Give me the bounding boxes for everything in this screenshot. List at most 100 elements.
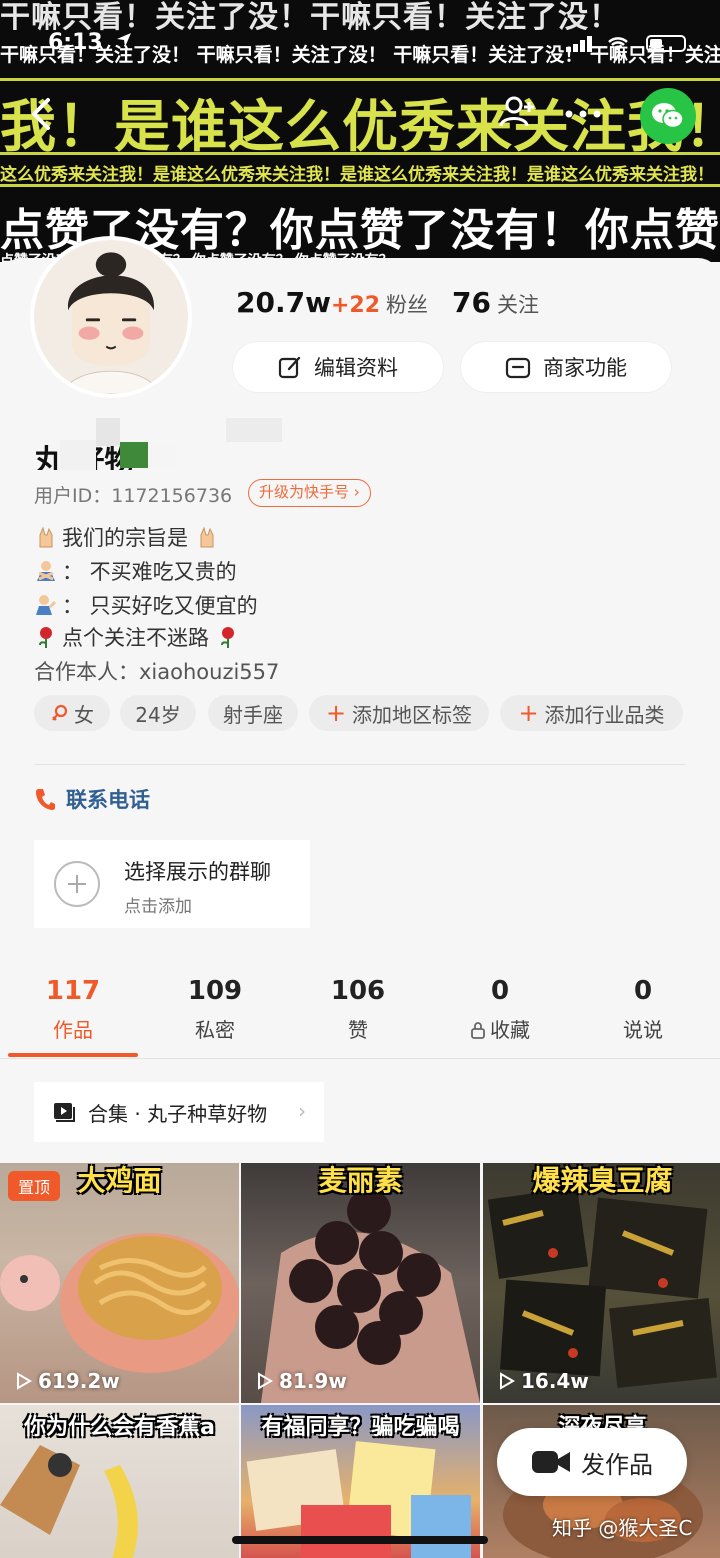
tab-moments-label: 说说	[623, 1018, 663, 1042]
tab-works-label: 作品	[53, 1018, 93, 1042]
group-chat-subtitle: 点击添加	[124, 897, 192, 917]
add-region-tag[interactable]: + 添加地区标签	[309, 695, 489, 731]
content-tabs: 117 作品 109 私密 106 赞 0 收藏 0 说说	[0, 960, 720, 1060]
phone-icon	[36, 789, 55, 810]
video-thumbnail-stinky-tofu	[487, 1187, 717, 1389]
video-views: 16.4w	[499, 1369, 589, 1393]
add-friend-icon[interactable]	[496, 92, 536, 132]
bio-line: 点个关注不迷路	[34, 622, 244, 652]
tab-favorites-label: 收藏	[490, 1018, 530, 1042]
name-mosaic	[150, 442, 176, 466]
video-views-count: 81.9w	[279, 1369, 347, 1393]
person-tipping-hand-emoji-icon	[34, 593, 58, 617]
user-id: 用户ID：1172156736	[34, 485, 233, 507]
fans-stat[interactable]: 20.7w+22 粉丝	[236, 286, 428, 319]
follow-label: 关注	[496, 293, 539, 317]
status-bar: 6:13	[0, 0, 720, 84]
play-icon	[500, 1372, 515, 1390]
fans-count: 20.7w	[236, 286, 331, 319]
tab-private-count: 109	[187, 976, 243, 1006]
edit-profile-button[interactable]: 编辑资料	[232, 341, 444, 393]
video-title: 麦丽素	[318, 1164, 403, 1197]
video-thumbnail-chocolate-balls	[261, 1189, 480, 1403]
tab-favorites-row: 收藏	[435, 1014, 565, 1043]
video-title: 你为什么会有香蕉a	[24, 1415, 215, 1440]
tab-favorites[interactable]: 0 收藏	[435, 960, 565, 1043]
bio-line-5: 合作本人：xiaohouzi557	[34, 660, 280, 684]
wifi-icon	[608, 37, 628, 51]
banner-stripe	[0, 184, 720, 187]
tab-private-label: 私密	[195, 1018, 235, 1042]
divider	[34, 764, 686, 765]
banner-stripe	[0, 152, 720, 155]
bio-line-3: ： 只买好吃又便宜的	[62, 594, 258, 618]
video-card[interactable]: 麦丽素 81.9w	[241, 1163, 480, 1403]
bio-line: 我们的宗旨是	[34, 522, 223, 552]
group-chat-title: 选择展示的群聊	[124, 860, 271, 884]
merchant-button[interactable]: 商家功能	[460, 341, 672, 393]
follow-stat[interactable]: 76 关注	[452, 286, 539, 319]
name-mosaic	[96, 418, 120, 446]
status-time: 6:13	[48, 30, 103, 55]
banner-text-row4: 这么优秀来关注我！是谁这么优秀来关注我！是谁这么优秀来关注我！是谁这么优秀来关注…	[0, 165, 714, 185]
tab-works[interactable]: 117 作品	[8, 960, 138, 1043]
bio-line: ： 只买好吃又便宜的	[34, 590, 258, 620]
tag-gender-label: 女	[74, 702, 94, 727]
post-work-button[interactable]: 发作品	[497, 1428, 687, 1496]
video-card[interactable]: 爆辣臭豆腐 16.4w	[483, 1163, 720, 1403]
upgrade-badge[interactable]: 升级为快手号 ›	[248, 479, 371, 507]
tab-moments-count: 0	[633, 976, 653, 1006]
play-icon	[258, 1372, 273, 1390]
signal-icon	[566, 36, 592, 52]
post-work-label: 发作品	[581, 1450, 653, 1479]
rose-emoji-icon	[34, 625, 58, 649]
video-camera-icon	[532, 1451, 570, 1473]
video-card[interactable]: 你为什么会有香蕉a	[0, 1405, 239, 1558]
add-industry-tag[interactable]: + 添加行业品类	[500, 695, 683, 731]
group-chat-card[interactable]: 选择展示的群聊 点击添加	[34, 840, 310, 928]
video-card[interactable]: 大鸡面 置顶 619.2w	[0, 1163, 239, 1403]
bio-line-1: 我们的宗旨是	[62, 526, 188, 550]
add-circle-icon	[54, 861, 100, 907]
lock-icon	[471, 1022, 485, 1039]
tab-moments[interactable]: 0 说说	[578, 960, 708, 1043]
avatar[interactable]	[30, 236, 192, 398]
contact-phone-label: 联系电话	[66, 788, 150, 812]
tag-gender[interactable]: 女	[34, 695, 110, 731]
chevron-right-icon: ›	[298, 1099, 306, 1123]
name-mosaic	[60, 440, 96, 470]
tab-likes-count: 106	[330, 976, 386, 1006]
plus-icon: +	[325, 699, 347, 727]
shop-bag-icon	[505, 357, 531, 379]
divider	[0, 1058, 720, 1059]
contact-phone-link[interactable]: 联系电话	[34, 784, 150, 814]
tag-age[interactable]: 24岁	[120, 695, 196, 731]
female-icon	[52, 704, 68, 721]
video-views: 619.2w	[16, 1369, 120, 1393]
merchant-label: 商家功能	[543, 356, 627, 380]
video-views: 81.9w	[257, 1369, 347, 1393]
video-title: 有福同享？骗吃骗喝	[261, 1415, 460, 1440]
active-tab-indicator	[8, 1053, 138, 1057]
more-icon[interactable]	[563, 104, 603, 124]
avatar-illustration	[34, 240, 188, 394]
tab-private[interactable]: 109 私密	[150, 960, 280, 1043]
play-collection-icon	[54, 1103, 75, 1122]
edit-profile-label: 编辑资料	[314, 356, 398, 380]
fans-label: 粉丝	[386, 293, 429, 317]
tab-likes[interactable]: 106 赞	[293, 960, 423, 1043]
tab-works-count: 117	[45, 976, 101, 1006]
rock-hand-emoji-icon	[34, 525, 58, 549]
wechat-icon	[652, 103, 684, 129]
wechat-share-button[interactable]	[640, 88, 696, 144]
pinned-badge: 置顶	[8, 1171, 61, 1201]
tab-favorites-count: 0	[490, 976, 510, 1006]
bio-line-4: 点个关注不迷路	[62, 626, 209, 650]
back-arrow-icon[interactable]	[22, 92, 62, 136]
home-indicator[interactable]	[232, 1536, 488, 1544]
add-region-label: 添加地区标签	[352, 702, 473, 727]
name-mosaic	[226, 418, 282, 442]
collection-entry[interactable]: 合集 · 丸子种草好物 ›	[34, 1082, 324, 1142]
tag-zodiac[interactable]: 射手座	[208, 695, 298, 731]
fans-delta: +22	[330, 293, 381, 318]
